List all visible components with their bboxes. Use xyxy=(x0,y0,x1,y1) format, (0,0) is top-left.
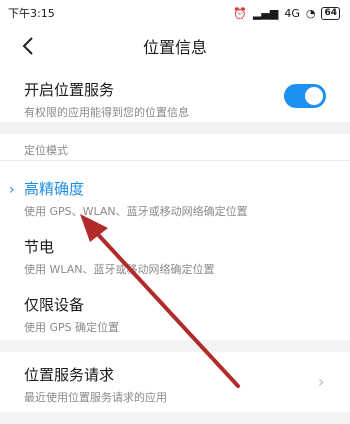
mode-title: 节电 xyxy=(24,238,55,256)
toggle-knob xyxy=(305,87,323,105)
alarm-icon: ⏰ xyxy=(233,6,247,20)
mode-battery-saving[interactable]: 节电 使用 WLAN、蓝牙或移动网络确定位置 xyxy=(0,226,350,282)
location-service-row[interactable]: 开启位置服务 有权限的应用能得到您的位置信息 xyxy=(0,66,350,122)
location-service-title: 开启位置服务 xyxy=(24,81,115,99)
mode-title: 仅限设备 xyxy=(24,296,85,314)
location-service-subtitle: 有权限的应用能得到您的位置信息 xyxy=(24,106,189,119)
wifi-icon: ◔ xyxy=(305,6,316,20)
location-service-toggle[interactable] xyxy=(284,84,326,108)
header: 位置信息 xyxy=(0,26,350,66)
battery-indicator: 64 xyxy=(321,6,340,20)
chevron-left-icon xyxy=(22,37,33,55)
requests-subtitle: 最近使用位置服务请求的应用 xyxy=(24,391,167,404)
chevron-right-icon: › xyxy=(318,372,325,391)
requests-title: 位置服务请求 xyxy=(24,366,115,384)
mode-device-only[interactable]: 仅限设备 使用 GPS 确定位置 xyxy=(0,284,350,340)
signal-icon: ▂▄▆ xyxy=(252,6,279,20)
mode-subtitle: 使用 GPS、WLAN、蓝牙或移动网络确定位置 xyxy=(24,205,248,218)
divider xyxy=(0,160,350,161)
location-mode-section: 定位模式 › 高精确度 使用 GPS、WLAN、蓝牙或移动网络确定位置 节电 使… xyxy=(0,134,350,340)
mode-title: 高精确度 xyxy=(24,180,85,198)
selected-chevron-icon: › xyxy=(9,182,15,198)
section-label: 定位模式 xyxy=(24,144,68,157)
status-time: 下午3:15 xyxy=(8,7,55,20)
mode-high-accuracy[interactable]: › 高精确度 使用 GPS、WLAN、蓝牙或移动网络确定位置 xyxy=(0,168,350,224)
mode-subtitle: 使用 GPS 确定位置 xyxy=(24,321,120,334)
network-type: 4G xyxy=(284,6,300,20)
status-bar: 下午3:15 ⏰ ▂▄▆ 4G ◔ 64 xyxy=(0,0,350,26)
location-requests-row[interactable]: 位置服务请求 最近使用位置服务请求的应用 › xyxy=(0,352,350,412)
page-title: 位置信息 xyxy=(142,38,207,57)
back-button[interactable] xyxy=(14,32,42,60)
status-icons: ⏰ ▂▄▆ 4G ◔ 64 xyxy=(233,6,340,20)
mode-subtitle: 使用 WLAN、蓝牙或移动网络确定位置 xyxy=(24,263,215,276)
